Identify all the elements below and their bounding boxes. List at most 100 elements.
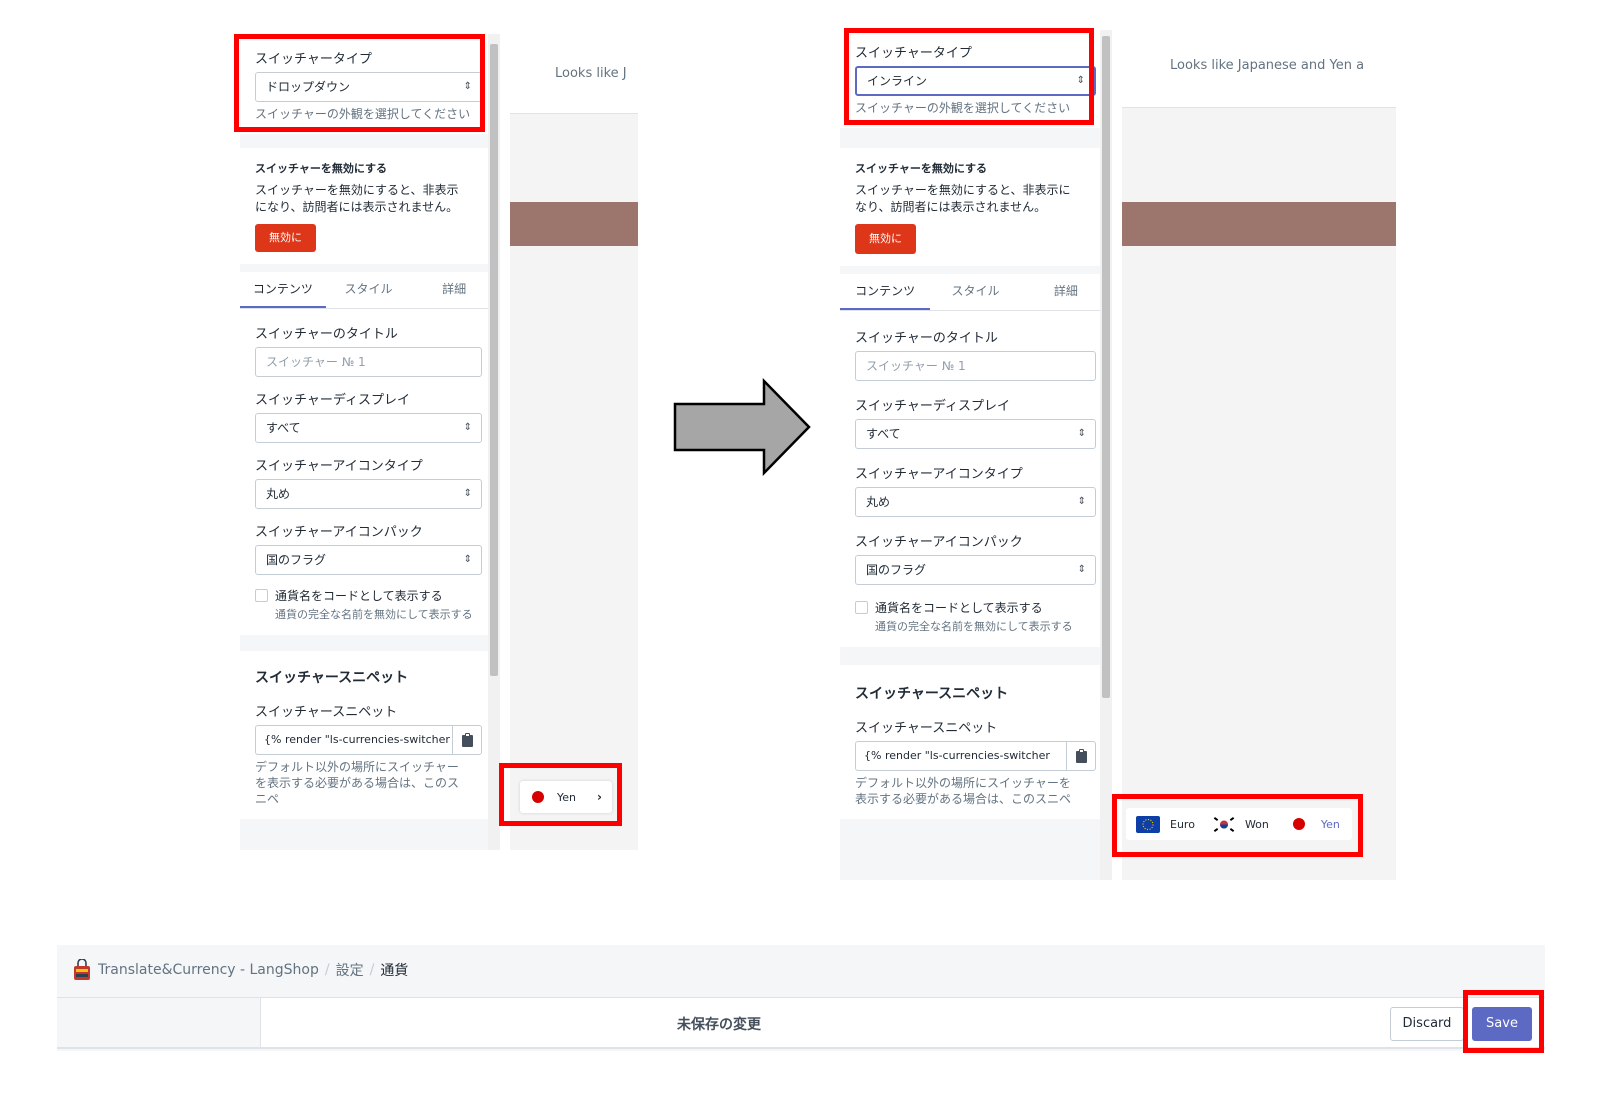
breadcrumb-separator: / — [324, 962, 330, 978]
clipboard-icon — [1075, 749, 1087, 763]
code-checkbox-label: 通貨名をコードとして表示する — [275, 589, 443, 603]
snippet-help: デフォルト以外の場所にスイッチャーを表示する必要がある場合は、このスニペ — [255, 760, 460, 806]
switcher-title-label: スイッチャーのタイトル — [855, 331, 998, 346]
code-checkbox-text: 通貨名をコードとして表示する 通貨の完全な名前を無効にして表示する — [875, 599, 1085, 635]
contextual-save-bar: 未保存の変更 Discard Save — [57, 997, 1545, 1049]
icon-pack-group: スイッチャーアイコンパック 国のフラグ ⇕ — [255, 521, 482, 575]
content-section: スイッチャーのタイトル スイッチャー № 1 スイッチャーディスプレイ すべて … — [840, 311, 1111, 647]
icon-type-group: スイッチャーアイコンタイプ 丸め ⇕ — [855, 463, 1096, 517]
switcher-display-group: スイッチャーディスプレイ すべて ⇕ — [255, 389, 482, 443]
code-checkbox-row: 通貨名をコードとして表示する 通貨の完全な名前を無効にして表示する — [855, 599, 1096, 635]
disable-button[interactable]: 無効に — [855, 224, 916, 254]
snippet-input[interactable]: {% render "ls-currencies-switcher — [855, 741, 1066, 771]
switcher-title-label: スイッチャーのタイトル — [255, 327, 398, 342]
select-arrows-icon: ⇕ — [463, 488, 472, 499]
clipboard-icon — [461, 733, 473, 747]
icon-type-select[interactable]: 丸め ⇕ — [255, 479, 482, 509]
snippet-heading: スイッチャースニペット — [255, 670, 409, 686]
switcher-display-value: すべて — [266, 421, 301, 435]
preview-header: Looks like Japanese and Yen a — [1122, 30, 1396, 108]
disable-section: スイッチャーを無効にする スイッチャーを無効にすると、非表示になり、訪問者には表… — [840, 148, 1111, 266]
highlight-switcher-after — [1112, 794, 1363, 857]
snippet-label: スイッチャースニペット — [255, 705, 398, 720]
content-section: スイッチャーのタイトル スイッチャー № 1 スイッチャーディスプレイ すべて … — [240, 309, 497, 635]
disable-button[interactable]: 無効に — [255, 224, 316, 252]
highlight-switcher-type-after — [844, 28, 1094, 125]
switcher-title-input[interactable]: スイッチャー № 1 — [255, 347, 482, 377]
select-arrows-icon: ⇕ — [1077, 564, 1086, 575]
preview-banner — [1122, 202, 1396, 246]
langshop-logo-icon — [74, 959, 90, 980]
snippet-field: {% render "ls-currencies-switcher — [855, 741, 1096, 771]
tab-bar: コンテンツ スタイル 詳細 — [240, 272, 497, 309]
select-arrows-icon: ⇕ — [463, 554, 472, 565]
arrow-right-icon — [673, 378, 811, 476]
breadcrumb: Translate&Currency - LangShop / 設定 / 通貨 — [72, 957, 408, 983]
icon-pack-label: スイッチャーアイコンパック — [855, 535, 1023, 550]
snippet-help: デフォルト以外の場所にスイッチャーを表示する必要がある場合は、このスニペ — [855, 776, 1072, 806]
snippet-heading: スイッチャースニペット — [855, 686, 1009, 702]
tab-style[interactable]: スタイル — [930, 274, 1020, 310]
icon-type-value: 丸め — [266, 487, 291, 501]
switcher-display-select[interactable]: すべて ⇕ — [255, 413, 482, 443]
select-arrows-icon: ⇕ — [463, 422, 472, 433]
icon-pack-select[interactable]: 国のフラグ ⇕ — [855, 555, 1096, 585]
code-checkbox-help: 通貨の完全な名前を無効にして表示する — [275, 608, 473, 621]
app-header: Translate&Currency - LangShop / 設定 / 通貨 … — [57, 945, 1545, 1051]
store-preview: Looks like J Yen › — [510, 34, 638, 850]
settings-sidebar: スイッチャータイプ ドロップダウン ⇕ スイッチャーの外観を選択してください ス… — [240, 34, 497, 850]
icon-type-group: スイッチャーアイコンタイプ 丸め ⇕ — [255, 455, 482, 509]
switcher-title-group: スイッチャーのタイトル スイッチャー № 1 — [255, 323, 482, 377]
preview-header: Looks like J — [510, 34, 638, 114]
highlight-save-button — [1463, 990, 1544, 1053]
scrollbar-thumb[interactable] — [1102, 36, 1110, 698]
disable-description: スイッチャーを無効にすると、非表示になり、訪問者には表示されません。 — [855, 183, 1071, 214]
icon-type-label: スイッチャーアイコンタイプ — [255, 459, 423, 474]
code-checkbox-label: 通貨名をコードとして表示する — [875, 601, 1043, 615]
icon-pack-label: スイッチャーアイコンパック — [255, 525, 423, 540]
icon-type-value: 丸め — [866, 495, 891, 509]
copy-snippet-button[interactable] — [1066, 741, 1096, 771]
sidebar-scrollbar[interactable] — [488, 34, 500, 850]
breadcrumb-app[interactable]: Translate&Currency - LangShop — [98, 962, 319, 978]
code-checkbox[interactable] — [255, 589, 268, 602]
discard-button[interactable]: Discard — [1390, 1007, 1464, 1041]
preview-text: Looks like Japanese and Yen a — [1170, 58, 1365, 73]
icon-type-label: スイッチャーアイコンタイプ — [855, 467, 1023, 482]
snippet-label: スイッチャースニペット — [855, 721, 998, 736]
code-checkbox-text: 通貨名をコードとして表示する 通貨の完全な名前を無効にして表示する — [275, 587, 475, 623]
code-checkbox-help: 通貨の完全な名前を無効にして表示する — [875, 620, 1073, 633]
snippet-field: {% render "ls-currencies-switcher — [255, 725, 482, 755]
unsaved-changes-text: 未保存の変更 — [677, 1017, 761, 1033]
highlight-switcher-before — [499, 763, 622, 826]
select-arrows-icon: ⇕ — [1077, 428, 1086, 439]
sidebar-scrollbar[interactable] — [1100, 30, 1112, 880]
switcher-display-select[interactable]: すべて ⇕ — [855, 419, 1096, 449]
icon-pack-value: 国のフラグ — [866, 563, 927, 577]
save-bar-left-panel — [57, 998, 261, 1047]
copy-snippet-button[interactable] — [452, 725, 482, 755]
scrollbar-thumb[interactable] — [490, 44, 498, 676]
snippet-input[interactable]: {% render "ls-currencies-switcher — [255, 725, 452, 755]
icon-type-select[interactable]: 丸め ⇕ — [855, 487, 1096, 517]
settings-sidebar: スイッチャータイプ インライン ⇕ スイッチャーの外観を選択してください スイッ… — [840, 30, 1111, 880]
preview-text: Looks like J — [555, 66, 627, 81]
switcher-display-label: スイッチャーディスプレイ — [255, 393, 410, 408]
after-screenshot: スイッチャータイプ インライン ⇕ スイッチャーの外観を選択してください スイッ… — [840, 30, 1396, 880]
tab-details[interactable]: 詳細 — [411, 272, 497, 308]
preview-banner — [510, 202, 638, 246]
icon-pack-select[interactable]: 国のフラグ ⇕ — [255, 545, 482, 575]
breadcrumb-settings[interactable]: 設定 — [336, 960, 364, 980]
tab-content[interactable]: コンテンツ — [240, 272, 326, 308]
tab-details[interactable]: 詳細 — [1021, 274, 1111, 310]
code-checkbox[interactable] — [855, 601, 868, 614]
switcher-title-input[interactable]: スイッチャー № 1 — [855, 351, 1096, 381]
disable-description: スイッチャーを無効にすると、非表示になり、訪問者には表示されません。 — [255, 183, 459, 214]
icon-pack-group: スイッチャーアイコンパック 国のフラグ ⇕ — [855, 531, 1096, 585]
tab-content[interactable]: コンテンツ — [840, 274, 931, 310]
switcher-display-label: スイッチャーディスプレイ — [855, 399, 1010, 414]
store-preview: Looks like Japanese and Yen a — [1122, 30, 1396, 880]
select-arrows-icon: ⇕ — [1077, 496, 1086, 507]
switcher-display-value: すべて — [866, 427, 901, 441]
tab-style[interactable]: スタイル — [326, 272, 412, 308]
